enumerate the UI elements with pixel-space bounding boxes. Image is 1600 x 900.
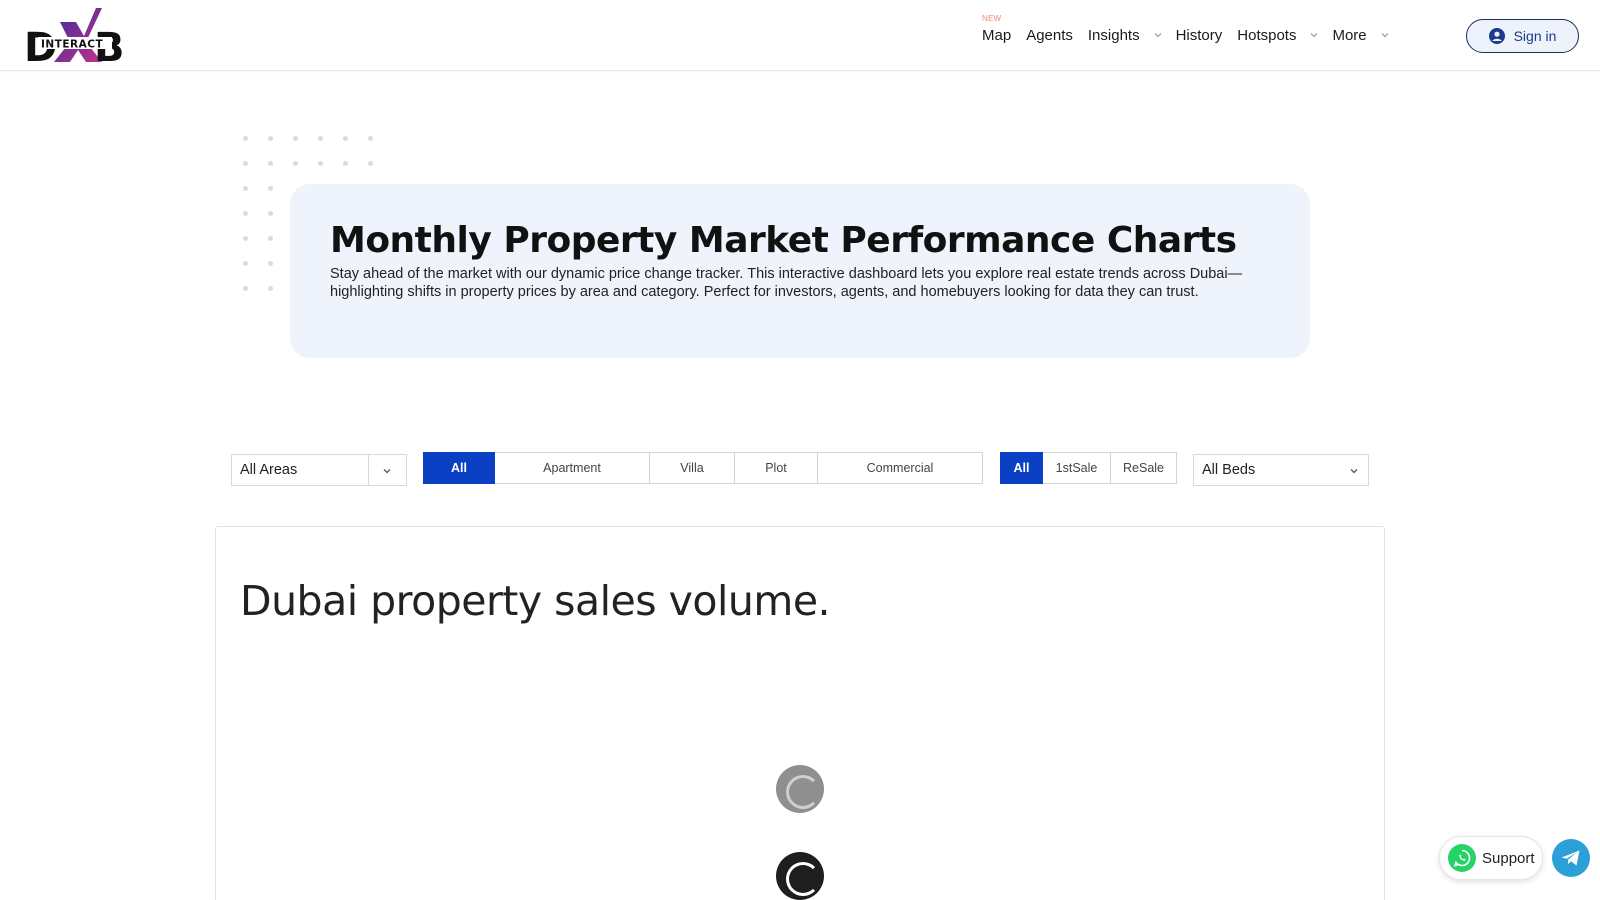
decorative-dot [318,136,323,141]
svg-text:INTERACT: INTERACT [41,39,103,51]
decorative-dot [368,136,373,141]
decorative-dot [243,186,248,191]
chevron-down-icon [1350,469,1358,474]
chevron-down-icon [1154,33,1162,38]
nav-map-label: Map [982,26,1012,44]
decorative-dot [243,286,248,291]
top-header: D B INTERACT NEW Map Agents Insights His… [0,0,1600,71]
nav-history-label: History [1175,26,1223,44]
property-type-villa[interactable]: Villa [650,452,735,484]
select-divider [368,455,369,485]
nav-insights[interactable]: Insights [1088,27,1170,44]
sale-type-all[interactable]: All [1000,452,1043,484]
nav-agents-label: Agents [1026,26,1073,44]
decorative-dot [268,186,273,191]
card-title: Dubai property sales volume. [240,577,831,625]
loading-spinner [776,852,824,900]
property-type-commercial[interactable]: Commercial [818,452,983,484]
property-type-apartment[interactable]: Apartment [495,452,650,484]
decorative-dot [318,161,323,166]
user-icon [1488,28,1505,44]
decorative-dot [243,261,248,266]
nav-agents[interactable]: Agents [1026,27,1073,44]
decorative-dot [343,161,348,166]
page-title: Monthly Property Market Performance Char… [330,220,1237,261]
decorative-dot [268,161,273,166]
sign-in-button[interactable]: Sign in [1466,19,1579,53]
property-type-plot[interactable]: Plot [735,452,818,484]
sign-in-label: Sign in [1513,28,1557,44]
nav-history[interactable]: History [1176,27,1223,44]
chevron-down-icon [383,469,391,474]
nav-more-label: More [1332,26,1367,44]
new-badge: NEW [982,13,1002,23]
decorative-dot [268,211,273,216]
page-description: Stay ahead of the market with our dynami… [330,266,1243,300]
nav-map[interactable]: NEW Map [982,14,1012,44]
nav-hotspots-label: Hotspots [1237,26,1297,44]
nav-more[interactable]: More [1332,27,1396,44]
dxb-interact-logo[interactable]: D B INTERACT [24,8,128,71]
property-type-toggle: All Apartment Villa Plot Commercial [423,452,983,484]
sale-type-resale[interactable]: ReSale [1111,452,1177,484]
decorative-dot [243,161,248,166]
support-label: Support [1482,849,1535,867]
decorative-dot [268,136,273,141]
sales-volume-card: Dubai property sales volume. [215,526,1385,900]
telegram-icon[interactable] [1552,839,1590,877]
area-select-value: All Areas [240,462,298,478]
property-type-all[interactable]: All [423,452,495,484]
sale-type-first-sale[interactable]: 1stSale [1043,452,1111,484]
decorative-dot [243,136,248,141]
loading-spinner [776,765,824,813]
decorative-dot [243,211,248,216]
decorative-dot [293,161,298,166]
nav-insights-label: Insights [1087,26,1140,44]
main-nav: NEW Map Agents Insights History Hotspots… [982,0,1412,70]
support-button[interactable]: Support [1439,836,1543,880]
chevron-down-icon [1311,33,1318,38]
decorative-dot [268,286,273,291]
decorative-dot [268,236,273,241]
hero-banner: Monthly Property Market Performance Char… [290,184,1310,358]
decorative-dot [368,161,373,166]
nav-hotspots[interactable]: Hotspots [1237,27,1326,44]
decorative-dot [343,136,348,141]
sale-type-toggle: All 1stSale ReSale [1000,452,1177,484]
decorative-dot [268,261,273,266]
decorative-dot [293,136,298,141]
area-select[interactable]: All Areas [231,454,407,486]
decorative-dot [243,236,248,241]
whatsapp-icon [1448,844,1476,872]
chevron-down-icon [1381,33,1389,38]
beds-select[interactable]: All Beds [1193,454,1369,486]
beds-select-value: All Beds [1202,462,1256,478]
